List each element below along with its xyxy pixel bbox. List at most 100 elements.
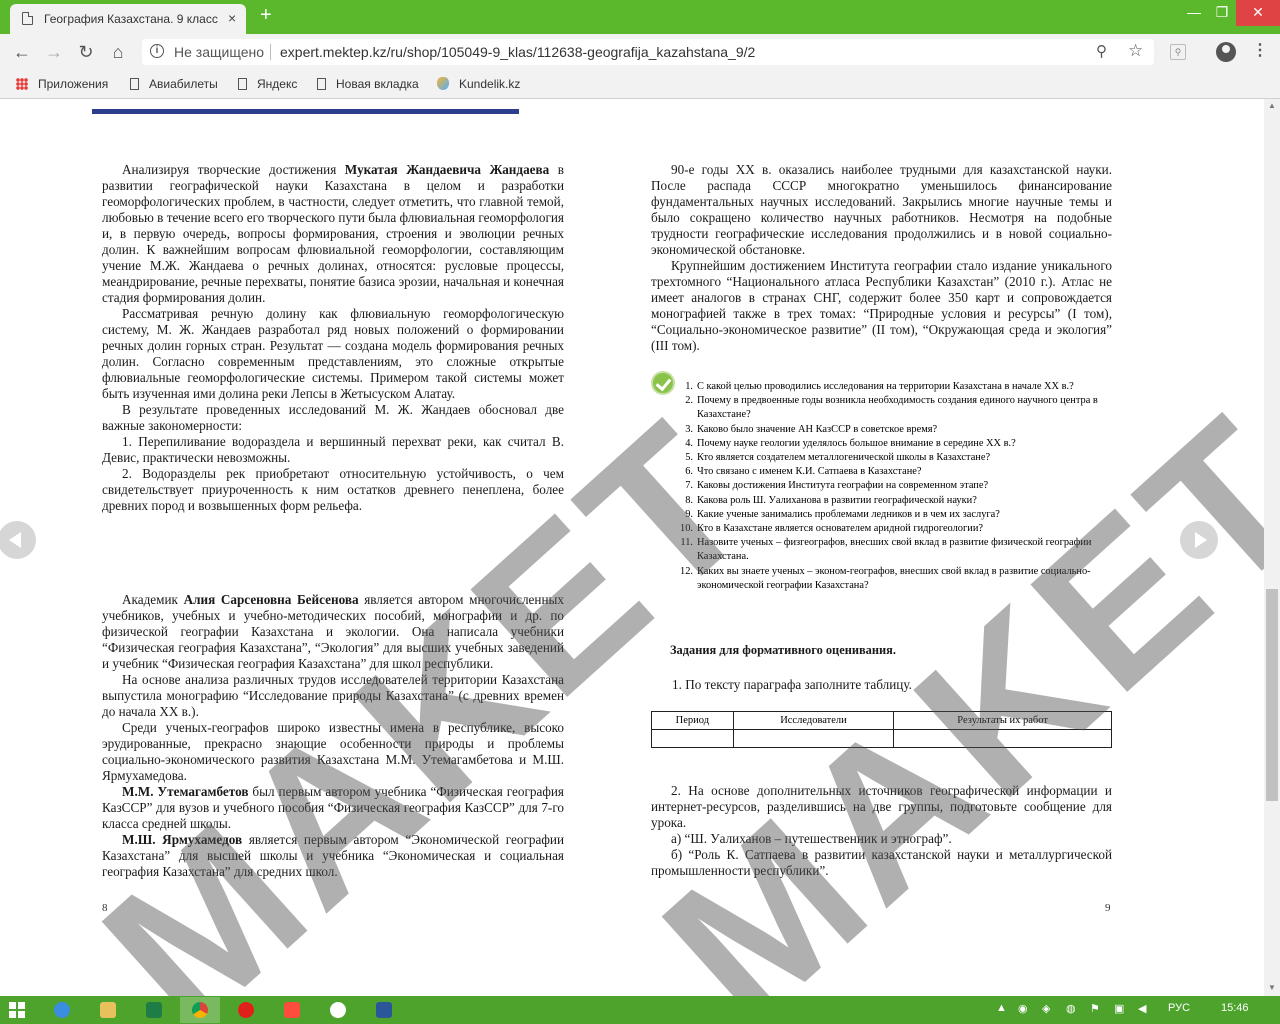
divider [270, 44, 271, 60]
maximize-button[interactable]: ❐ [1208, 0, 1236, 26]
taskbar-opera[interactable] [226, 997, 266, 1023]
taskbar-yandex[interactable] [318, 997, 358, 1023]
document-viewport[interactable]: Анализируя творческие достижения Мукатая… [0, 99, 1264, 996]
bookmark-aviabilety[interactable]: Авиабилеты [130, 77, 218, 91]
volume-icon[interactable]: ◀ [1138, 1002, 1146, 1015]
home-button[interactable]: ⌂ [106, 40, 130, 64]
security-label: Не защищено [174, 44, 264, 60]
page-icon [130, 78, 139, 90]
clock[interactable]: 15:46 [1221, 1002, 1249, 1014]
text-run: На основе анализа различных трудов иссле… [102, 672, 564, 719]
paragraph: 90-е годы ХХ в. оказались наиболее трудн… [651, 162, 1112, 257]
page-icon [317, 78, 326, 90]
question-number: 2. [685, 395, 693, 407]
browser-menu-button[interactable]: ⋮ [1252, 40, 1268, 60]
close-window-button[interactable]: ✕ [1236, 0, 1280, 26]
question-number: 7. [685, 480, 693, 492]
site-info-icon[interactable]: i [150, 44, 164, 58]
tray-app-icon[interactable]: ◍ [1066, 1002, 1076, 1015]
question-number: 1. [685, 381, 693, 392]
paragraph: Среди ученых-географов широко известны и… [102, 720, 564, 784]
paragraph: М.М. Утемагамбетов был первым автором уч… [102, 784, 564, 832]
text-run: Среди ученых-географов широко известны и… [102, 720, 564, 783]
internet-explorer-icon [54, 1002, 70, 1018]
scroll-up-icon[interactable]: ▲ [1268, 101, 1276, 110]
bookmark-label: Приложения [38, 77, 109, 91]
question-text: Какова роль Ш. Уалиханова в развитии гео… [697, 494, 977, 506]
taskbar-word[interactable] [364, 997, 404, 1023]
bold-name: М.Ш. Ярмухамедов [122, 832, 243, 847]
taskbar-yandex-browser[interactable] [272, 997, 312, 1023]
list-item: 3. Каково было значение АН КазССР в совет… [677, 423, 1113, 437]
bookmark-new-tab[interactable]: Новая вкладка [317, 77, 419, 91]
page-icon [238, 78, 247, 90]
next-page-arrow-icon[interactable] [1180, 521, 1218, 559]
list-item: 12. Каких вы знаете ученых – эконом-геогр… [677, 565, 1113, 593]
chrome-icon [192, 1002, 208, 1018]
list-item: 9. Какие ученые занимались проблемами лед… [677, 508, 1113, 522]
language-indicator[interactable]: РУС [1168, 1002, 1190, 1014]
paragraph: На основе анализа различных трудов иссле… [102, 672, 564, 720]
bookmark-apps[interactable]: Приложения [16, 77, 108, 91]
task-2a-text: а) “Ш. Уалиханов – путешественник и этно… [671, 831, 952, 846]
bookmark-star-icon[interactable]: ☆ [1128, 41, 1143, 61]
taskbar-ie[interactable] [42, 997, 82, 1023]
apps-grid-icon [16, 78, 28, 90]
list-item: 5. Кто является создателем металлогеничес… [677, 451, 1113, 465]
table-cell [732, 729, 895, 748]
tray-app-icon[interactable]: ◉ [1018, 1002, 1028, 1015]
new-tab-button[interactable]: + [260, 4, 272, 27]
list-item: 8. Какова роль Ш. Уалиханова в развитии г… [677, 494, 1113, 508]
extension-icon[interactable]: ⚲ [1170, 44, 1186, 60]
vertical-scrollbar[interactable]: ▲ ▼ [1264, 99, 1280, 996]
kundelik-icon [437, 77, 449, 90]
taskbar-chrome[interactable] [180, 997, 220, 1023]
page-number-left: 8 [102, 902, 108, 914]
right-page-text: 90-е годы ХХ в. оказались наиболее трудн… [651, 162, 1112, 354]
network-icon[interactable]: ▣ [1114, 1002, 1124, 1015]
paragraph: Академик Алия Сарсеновна Бейсенова являе… [102, 592, 564, 672]
text-run: В результате проведенных исследований М.… [102, 402, 564, 433]
text-run: Рассматривая речную долину как флювиальн… [102, 306, 564, 401]
address-bar[interactable]: i Не защищено expert.mektep.kz/ru/shop/1… [142, 39, 1154, 65]
scroll-down-icon[interactable]: ▼ [1268, 983, 1276, 992]
windows-start-icon[interactable] [9, 1002, 25, 1018]
paragraph: 1. Перепиливание водораздела и вершинный… [102, 434, 564, 466]
prev-page-arrow-icon[interactable] [0, 521, 36, 559]
list-item: 10. Кто в Казахстане является основателем… [677, 522, 1113, 536]
word-icon [376, 1002, 392, 1018]
bookmark-label: Kundelik.kz [459, 77, 521, 91]
url-text[interactable]: expert.mektep.kz/ru/shop/105049-9_klas/1… [280, 44, 755, 60]
tray-expand-icon[interactable]: ▲ [996, 1002, 1007, 1014]
questions-block: 1. С какой целью проводились исследования… [677, 380, 1113, 593]
list-item: 1. С какой целью проводились исследования… [677, 380, 1113, 394]
forward-button[interactable]: → [42, 40, 66, 64]
question-text: С какой целью проводились исследования н… [697, 381, 1074, 392]
bookmark-kundelik[interactable]: Kundelik.kz [437, 77, 520, 91]
task-2-text: 2. На основе дополнительных источников г… [651, 783, 1112, 830]
reload-button[interactable]: ↻ [74, 40, 98, 64]
taskbar-explorer[interactable] [88, 997, 128, 1023]
flag-icon[interactable]: ⚑ [1090, 1002, 1100, 1015]
tasks-heading: Задания для формативного оценивания. [670, 643, 896, 657]
tray-app-icon[interactable]: ◈ [1042, 1002, 1050, 1015]
tab-close-button[interactable]: × [228, 10, 236, 26]
paragraph: 2. Водоразделы рек приобретают относител… [102, 466, 564, 514]
scrollbar-thumb[interactable] [1266, 589, 1278, 801]
yandex-icon [284, 1002, 300, 1018]
table-cell [651, 729, 734, 748]
browser-tab[interactable]: География Казахстана. 9 класс - × [10, 4, 246, 34]
bookmark-yandex[interactable]: Яндекс [238, 77, 297, 91]
taskbar-excel[interactable] [134, 997, 174, 1023]
profile-avatar-icon[interactable] [1216, 42, 1236, 62]
browser-toolbar: ← → ↻ ⌂ i Не защищено expert.mektep.kz/r… [0, 34, 1280, 70]
back-button[interactable]: ← [10, 40, 34, 64]
question-text: Кто является создателем металлогеническо… [697, 452, 991, 464]
minimize-button[interactable]: — [1180, 0, 1208, 26]
task-1-text: 1. По тексту параграфа заполните таблицу… [672, 677, 912, 692]
question-text: Назовите ученых – физгеографов, внесших … [697, 537, 1092, 563]
zoom-icon[interactable]: ⚲ [1096, 42, 1107, 60]
left-page-text-2: Академик Алия Сарсеновна Бейсенова являе… [102, 592, 564, 880]
table-header-cell: Исследователи [732, 711, 895, 730]
question-text: Какие ученые занимались проблемами ледни… [697, 508, 1000, 520]
